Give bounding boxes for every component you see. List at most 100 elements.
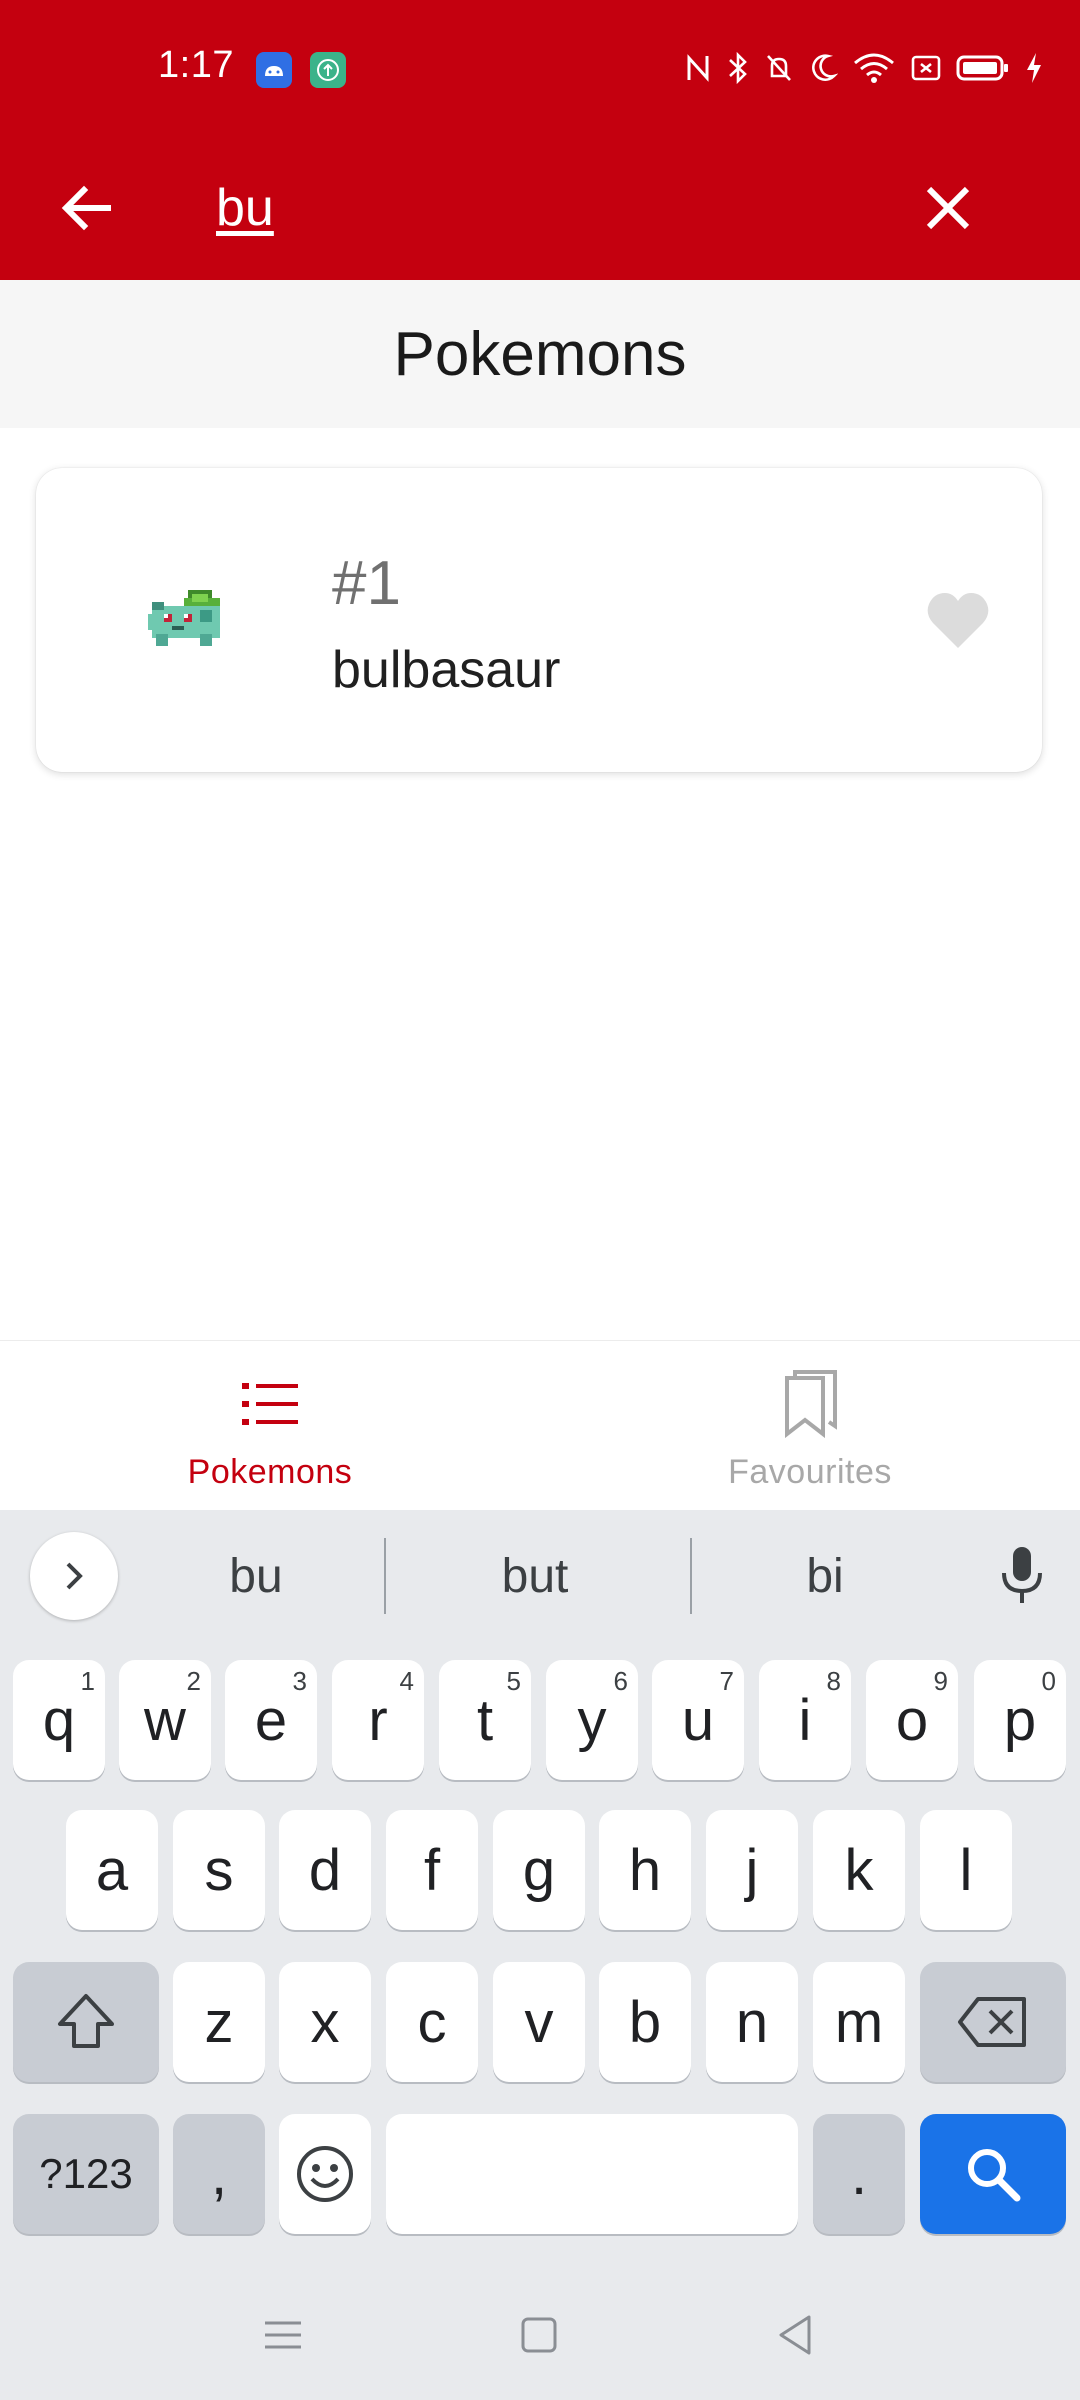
status-bar: 1:17 [0, 0, 1080, 136]
key-o[interactable]: o9 [866, 1660, 958, 1780]
favourite-button[interactable] [916, 578, 1000, 662]
nav-label-favourites: Favourites [728, 1453, 892, 1491]
key-hint: 9 [933, 1666, 948, 1696]
arrow-left-icon [61, 185, 111, 231]
comma-key[interactable]: , [173, 2114, 265, 2234]
spacebar[interactable] [386, 2114, 798, 2234]
search-app-bar [0, 136, 1080, 280]
key-label: w [144, 1687, 186, 1753]
key-hint: 2 [186, 1666, 201, 1696]
key-h[interactable]: h [599, 1810, 691, 1930]
suggestion-divider [384, 1538, 386, 1614]
update-notification-icon [310, 52, 346, 88]
list-icon [230, 1369, 310, 1439]
home-button[interactable] [506, 2302, 572, 2368]
key-w[interactable]: w2 [119, 1660, 211, 1780]
key-a[interactable]: a [66, 1810, 158, 1930]
key-y[interactable]: y6 [546, 1660, 638, 1780]
key-hint: 3 [292, 1666, 307, 1696]
pokemon-sprite [140, 570, 236, 666]
key-label: p [1003, 1687, 1037, 1753]
key-hint: 7 [719, 1666, 734, 1696]
top-bar: 1:17 [0, 0, 1080, 280]
key-hint: 0 [1041, 1666, 1056, 1696]
key-f[interactable]: f [386, 1810, 478, 1930]
key-j[interactable]: j [706, 1810, 798, 1930]
page-title: Pokemons [393, 319, 687, 389]
search-input[interactable] [216, 164, 856, 252]
key-i[interactable]: i8 [759, 1660, 851, 1780]
key-l[interactable]: l [920, 1810, 1012, 1930]
status-time: 1:17 [158, 44, 234, 86]
search-key[interactable] [920, 2114, 1066, 2234]
triangle-back-icon [779, 2315, 811, 2355]
key-label: e [254, 1687, 288, 1753]
key-label: q [42, 1687, 76, 1753]
key-label: i [798, 1687, 812, 1753]
key-hint: 1 [80, 1666, 95, 1696]
bottom-navigation: Pokemons Favourites [0, 1340, 1080, 1510]
back-button[interactable] [44, 166, 128, 250]
key-label: y [577, 1687, 607, 1753]
key-m[interactable]: m [813, 1962, 905, 2082]
suggestion-3[interactable]: bi [690, 1538, 960, 1614]
suggestion-strip: bu but bi [0, 1510, 1080, 1640]
backspace-icon [958, 1997, 1026, 2047]
nav-item-pokemons[interactable]: Pokemons [0, 1341, 540, 1511]
key-e[interactable]: e3 [225, 1660, 317, 1780]
voice-input-button[interactable] [978, 1532, 1066, 1620]
system-back-button[interactable] [762, 2302, 828, 2368]
bell-muted-icon [767, 55, 791, 81]
key-b[interactable]: b [599, 1962, 691, 2082]
emoji-key[interactable] [279, 2114, 371, 2234]
nav-item-favourites[interactable]: Favourites [540, 1341, 1080, 1511]
key-label: t [476, 1687, 494, 1753]
search-icon [968, 2149, 1021, 2202]
key-d[interactable]: d [279, 1810, 371, 1930]
recent-apps-button[interactable] [250, 2302, 316, 2368]
bookmark-icon [770, 1369, 850, 1439]
pokemon-name: bulbasaur [332, 641, 561, 699]
key-label: o [895, 1687, 929, 1753]
section-header: Pokemons [0, 280, 1080, 428]
pokemon-card[interactable]: #1 bulbasaur [36, 468, 1042, 772]
key-hint: 5 [506, 1666, 521, 1696]
key-hint: 6 [613, 1666, 628, 1696]
key-q[interactable]: q1 [13, 1660, 105, 1780]
charging-icon [1027, 53, 1041, 83]
key-p[interactable]: p0 [974, 1660, 1066, 1780]
symbols-key[interactable]: ?123 [13, 2114, 159, 2234]
key-c[interactable]: c [386, 1962, 478, 2082]
key-x[interactable]: x [279, 1962, 371, 2082]
close-icon [926, 186, 970, 230]
backspace-key[interactable] [920, 1962, 1066, 2082]
key-z[interactable]: z [173, 1962, 265, 2082]
wifi-icon [854, 53, 894, 83]
home-square-icon [521, 2317, 557, 2353]
key-u[interactable]: u7 [652, 1660, 744, 1780]
key-t[interactable]: t5 [439, 1660, 531, 1780]
key-label: r [368, 1687, 388, 1753]
system-navigation-bar [0, 2270, 1080, 2400]
status-icons [684, 48, 1044, 88]
key-g[interactable]: g [493, 1810, 585, 1930]
suggestion-2[interactable]: but [390, 1538, 680, 1614]
expand-suggestions-button[interactable] [30, 1532, 118, 1620]
nav-label-pokemons: Pokemons [187, 1453, 353, 1491]
chevron-right-icon [66, 1562, 83, 1590]
suggestion-1[interactable]: bu [130, 1538, 382, 1614]
key-s[interactable]: s [173, 1810, 265, 1930]
key-k[interactable]: k [813, 1810, 905, 1930]
android-notification-icon [256, 52, 292, 88]
shift-key[interactable] [13, 1962, 159, 2082]
key-v[interactable]: v [493, 1962, 585, 2082]
key-label: u [681, 1687, 715, 1753]
sim-icon [911, 55, 941, 81]
pokemon-number: #1 [332, 549, 401, 618]
key-r[interactable]: r4 [332, 1660, 424, 1780]
clear-search-button[interactable] [906, 166, 990, 250]
bluetooth-icon [729, 51, 747, 85]
key-n[interactable]: n [706, 1962, 798, 2082]
period-key[interactable]: . [813, 2114, 905, 2234]
key-hint: 8 [826, 1666, 841, 1696]
